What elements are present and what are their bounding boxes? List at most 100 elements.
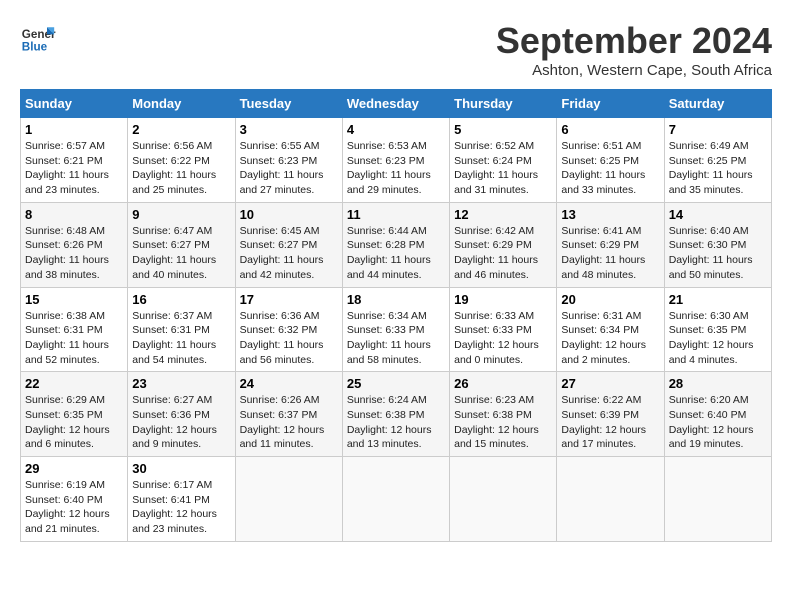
day-info: Sunrise: 6:45 AM Sunset: 6:27 PM Dayligh… bbox=[240, 224, 338, 283]
day-info: Sunrise: 6:52 AM Sunset: 6:24 PM Dayligh… bbox=[454, 139, 552, 198]
day-number: 14 bbox=[669, 207, 767, 222]
day-info: Sunrise: 6:57 AM Sunset: 6:21 PM Dayligh… bbox=[25, 139, 123, 198]
day-number: 25 bbox=[347, 376, 445, 391]
day-info: Sunrise: 6:17 AM Sunset: 6:41 PM Dayligh… bbox=[132, 478, 230, 537]
day-number: 3 bbox=[240, 122, 338, 137]
calendar-day: 10 Sunrise: 6:45 AM Sunset: 6:27 PM Dayli… bbox=[235, 202, 342, 287]
day-info: Sunrise: 6:34 AM Sunset: 6:33 PM Dayligh… bbox=[347, 309, 445, 368]
day-number: 23 bbox=[132, 376, 230, 391]
day-info: Sunrise: 6:47 AM Sunset: 6:27 PM Dayligh… bbox=[132, 224, 230, 283]
calendar-day: 8 Sunrise: 6:48 AM Sunset: 6:26 PM Daylig… bbox=[21, 202, 128, 287]
header-monday: Monday bbox=[128, 90, 235, 118]
day-number: 7 bbox=[669, 122, 767, 137]
day-info: Sunrise: 6:51 AM Sunset: 6:25 PM Dayligh… bbox=[561, 139, 659, 198]
calendar-day: 30 Sunrise: 6:17 AM Sunset: 6:41 PM Dayli… bbox=[128, 457, 235, 542]
calendar-day: 21Sunrise: 6:30 AM Sunset: 6:35 PM Dayli… bbox=[664, 287, 771, 372]
title-block: September 2024 Ashton, Western Cape, Sou… bbox=[496, 20, 772, 79]
month-title: September 2024 bbox=[496, 20, 772, 62]
day-info: Sunrise: 6:36 AM Sunset: 6:32 PM Dayligh… bbox=[240, 309, 338, 368]
day-number: 4 bbox=[347, 122, 445, 137]
day-number: 13 bbox=[561, 207, 659, 222]
calendar-day: 3 Sunrise: 6:55 AM Sunset: 6:23 PM Daylig… bbox=[235, 118, 342, 203]
calendar-day: 24 Sunrise: 6:26 AM Sunset: 6:37 PM Dayli… bbox=[235, 372, 342, 457]
day-number: 15 bbox=[25, 292, 123, 307]
day-number: 5 bbox=[454, 122, 552, 137]
day-info: Sunrise: 6:40 AM Sunset: 6:30 PM Dayligh… bbox=[669, 224, 767, 283]
logo: General Blue bbox=[20, 20, 56, 56]
calendar-day: 28Sunrise: 6:20 AM Sunset: 6:40 PM Dayli… bbox=[664, 372, 771, 457]
calendar-day: 13 Sunrise: 6:41 AM Sunset: 6:29 PM Dayli… bbox=[557, 202, 664, 287]
day-number: 20 bbox=[561, 292, 659, 307]
day-info: Sunrise: 6:44 AM Sunset: 6:28 PM Dayligh… bbox=[347, 224, 445, 283]
calendar-day: 23 Sunrise: 6:27 AM Sunset: 6:36 PM Dayli… bbox=[128, 372, 235, 457]
day-info: Sunrise: 6:38 AM Sunset: 6:31 PM Dayligh… bbox=[25, 309, 123, 368]
calendar-week-1: 1 Sunrise: 6:57 AM Sunset: 6:21 PM Daylig… bbox=[21, 118, 772, 203]
day-number: 1 bbox=[25, 122, 123, 137]
calendar-day bbox=[342, 457, 449, 542]
svg-text:Blue: Blue bbox=[22, 41, 48, 54]
calendar-day: 17 Sunrise: 6:36 AM Sunset: 6:32 PM Dayli… bbox=[235, 287, 342, 372]
calendar-day: 16Sunrise: 6:37 AM Sunset: 6:31 PM Dayli… bbox=[128, 287, 235, 372]
calendar-day: 11 Sunrise: 6:44 AM Sunset: 6:28 PM Dayli… bbox=[342, 202, 449, 287]
calendar-day: 25 Sunrise: 6:24 AM Sunset: 6:38 PM Dayli… bbox=[342, 372, 449, 457]
calendar-table: SundayMondayTuesdayWednesdayThursdayFrid… bbox=[20, 89, 772, 542]
location: Ashton, Western Cape, South Africa bbox=[496, 62, 772, 79]
calendar-day: 20 Sunrise: 6:31 AM Sunset: 6:34 PM Dayli… bbox=[557, 287, 664, 372]
day-info: Sunrise: 6:22 AM Sunset: 6:39 PM Dayligh… bbox=[561, 393, 659, 452]
calendar-day bbox=[664, 457, 771, 542]
day-info: Sunrise: 6:33 AM Sunset: 6:33 PM Dayligh… bbox=[454, 309, 552, 368]
day-info: Sunrise: 6:55 AM Sunset: 6:23 PM Dayligh… bbox=[240, 139, 338, 198]
calendar-week-5: 29 Sunrise: 6:19 AM Sunset: 6:40 PM Dayli… bbox=[21, 457, 772, 542]
calendar-day: 5 Sunrise: 6:52 AM Sunset: 6:24 PM Daylig… bbox=[450, 118, 557, 203]
day-info: Sunrise: 6:23 AM Sunset: 6:38 PM Dayligh… bbox=[454, 393, 552, 452]
calendar-day bbox=[450, 457, 557, 542]
day-info: Sunrise: 6:26 AM Sunset: 6:37 PM Dayligh… bbox=[240, 393, 338, 452]
day-info: Sunrise: 6:56 AM Sunset: 6:22 PM Dayligh… bbox=[132, 139, 230, 198]
header-wednesday: Wednesday bbox=[342, 90, 449, 118]
calendar-day bbox=[235, 457, 342, 542]
calendar-day: 22 Sunrise: 6:29 AM Sunset: 6:35 PM Dayli… bbox=[21, 372, 128, 457]
logo-icon: General Blue bbox=[20, 20, 56, 56]
day-info: Sunrise: 6:41 AM Sunset: 6:29 PM Dayligh… bbox=[561, 224, 659, 283]
day-number: 6 bbox=[561, 122, 659, 137]
day-info: Sunrise: 6:53 AM Sunset: 6:23 PM Dayligh… bbox=[347, 139, 445, 198]
calendar-week-3: 15 Sunrise: 6:38 AM Sunset: 6:31 PM Dayli… bbox=[21, 287, 772, 372]
calendar-day: 4 Sunrise: 6:53 AM Sunset: 6:23 PM Daylig… bbox=[342, 118, 449, 203]
day-number: 11 bbox=[347, 207, 445, 222]
day-info: Sunrise: 6:31 AM Sunset: 6:34 PM Dayligh… bbox=[561, 309, 659, 368]
calendar-header: SundayMondayTuesdayWednesdayThursdayFrid… bbox=[21, 90, 772, 118]
calendar-day: 26Sunrise: 6:23 AM Sunset: 6:38 PM Dayli… bbox=[450, 372, 557, 457]
header-tuesday: Tuesday bbox=[235, 90, 342, 118]
page-header: General Blue September 2024 Ashton, West… bbox=[20, 20, 772, 79]
day-info: Sunrise: 6:27 AM Sunset: 6:36 PM Dayligh… bbox=[132, 393, 230, 452]
day-info: Sunrise: 6:20 AM Sunset: 6:40 PM Dayligh… bbox=[669, 393, 767, 452]
calendar-day: 12Sunrise: 6:42 AM Sunset: 6:29 PM Dayli… bbox=[450, 202, 557, 287]
day-info: Sunrise: 6:30 AM Sunset: 6:35 PM Dayligh… bbox=[669, 309, 767, 368]
calendar-day: 2 Sunrise: 6:56 AM Sunset: 6:22 PM Daylig… bbox=[128, 118, 235, 203]
header-saturday: Saturday bbox=[664, 90, 771, 118]
calendar-day bbox=[557, 457, 664, 542]
day-info: Sunrise: 6:37 AM Sunset: 6:31 PM Dayligh… bbox=[132, 309, 230, 368]
day-number: 24 bbox=[240, 376, 338, 391]
day-info: Sunrise: 6:29 AM Sunset: 6:35 PM Dayligh… bbox=[25, 393, 123, 452]
day-number: 30 bbox=[132, 461, 230, 476]
header-sunday: Sunday bbox=[21, 90, 128, 118]
calendar-day: 27 Sunrise: 6:22 AM Sunset: 6:39 PM Dayli… bbox=[557, 372, 664, 457]
day-number: 10 bbox=[240, 207, 338, 222]
day-number: 2 bbox=[132, 122, 230, 137]
day-number: 27 bbox=[561, 376, 659, 391]
day-number: 8 bbox=[25, 207, 123, 222]
day-number: 22 bbox=[25, 376, 123, 391]
day-info: Sunrise: 6:24 AM Sunset: 6:38 PM Dayligh… bbox=[347, 393, 445, 452]
header-friday: Friday bbox=[557, 90, 664, 118]
day-info: Sunrise: 6:48 AM Sunset: 6:26 PM Dayligh… bbox=[25, 224, 123, 283]
calendar-day: 6 Sunrise: 6:51 AM Sunset: 6:25 PM Daylig… bbox=[557, 118, 664, 203]
day-number: 18 bbox=[347, 292, 445, 307]
day-info: Sunrise: 6:19 AM Sunset: 6:40 PM Dayligh… bbox=[25, 478, 123, 537]
day-number: 29 bbox=[25, 461, 123, 476]
day-number: 17 bbox=[240, 292, 338, 307]
calendar-day: 19 Sunrise: 6:33 AM Sunset: 6:33 PM Dayli… bbox=[450, 287, 557, 372]
day-number: 12 bbox=[454, 207, 552, 222]
day-number: 19 bbox=[454, 292, 552, 307]
day-number: 9 bbox=[132, 207, 230, 222]
